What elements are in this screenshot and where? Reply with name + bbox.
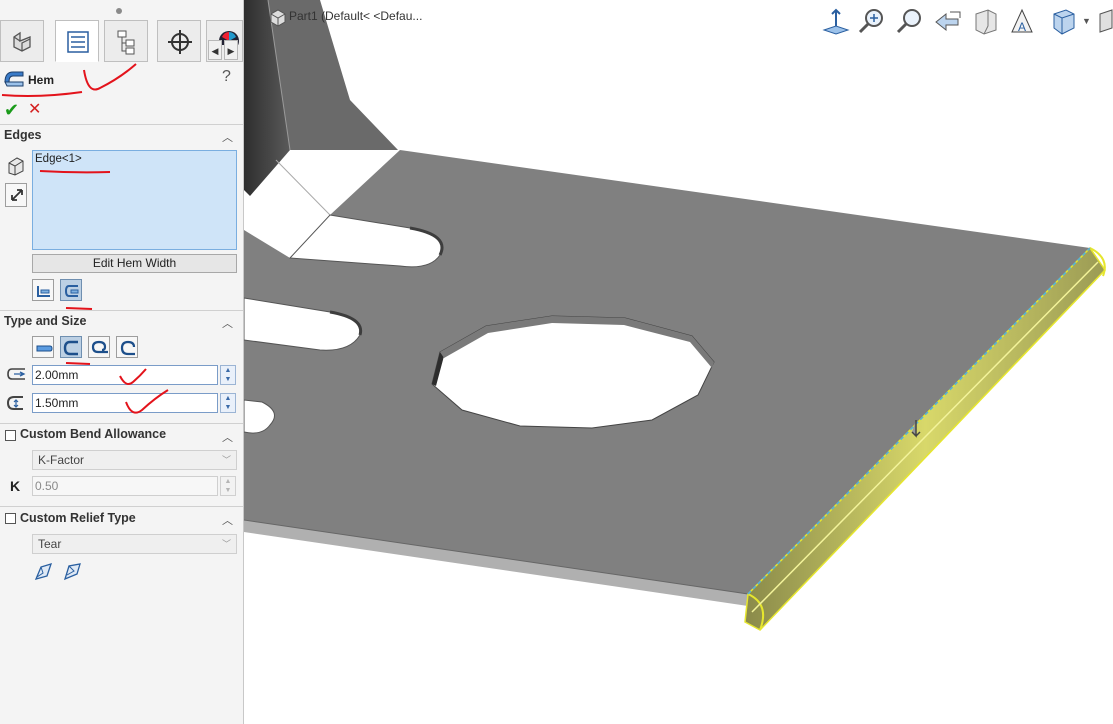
divider (0, 124, 243, 125)
document-breadcrumb[interactable]: Part1 (Default< <Defau... (289, 9, 422, 23)
panel-grip[interactable] (116, 8, 122, 14)
edit-hem-width-button[interactable]: Edit Hem Width (32, 254, 237, 273)
bend-allowance-type-value: K-Factor (38, 453, 85, 467)
view-normal-icon[interactable] (820, 6, 852, 38)
length-icon (7, 368, 26, 380)
zoom-to-area-icon[interactable] (894, 6, 926, 38)
hem-open-icon (63, 340, 78, 356)
zoom-to-fit-icon[interactable] (856, 6, 888, 38)
custom-bend-allowance-label: Custom Bend Allowance (20, 427, 167, 441)
property-manager: ◀ ▶ Hem ? ✔ ✕ Edges ︿ Edge<1> Edit Hem W… (0, 0, 250, 724)
hem-length-input[interactable]: 2.00mm (32, 365, 218, 385)
material-inside-button[interactable] (32, 279, 54, 301)
collapse-edges-icon[interactable]: ︿ (222, 129, 233, 145)
hem-tear-drop-button[interactable] (88, 336, 110, 358)
hem-tear-drop-icon (91, 340, 108, 354)
reverse-direction-icon (11, 189, 23, 201)
tab-property-manager[interactable] (55, 20, 99, 62)
divider (0, 310, 243, 311)
custom-bend-allowance-checkbox[interactable] (5, 430, 16, 441)
hem-rolled-icon (120, 340, 136, 356)
edge-selection-icon (8, 157, 24, 176)
feature-title: Hem (28, 73, 55, 87)
relief-type-value: Tear (38, 537, 62, 551)
edges-section-title: Edges (4, 128, 42, 142)
graphics-area[interactable]: Part1 (Default< <Defau... A ▼ (244, 0, 1113, 724)
divider (0, 506, 243, 507)
hem-length-spinner[interactable]: ▲ ▼ (220, 365, 236, 385)
tab-configuration-manager[interactable] (104, 20, 148, 62)
cancel-button[interactable]: ✕ (28, 100, 41, 120)
tab-scroll-left-button[interactable]: ◀ (208, 40, 222, 60)
collapse-bend-allowance-icon[interactable]: ︿ (222, 429, 233, 445)
bend-outside-button[interactable] (60, 279, 82, 301)
display-style-icon[interactable] (1096, 6, 1113, 38)
hem-closed-icon (36, 345, 53, 352)
gap-distance-icon (6, 396, 23, 410)
material-inside-icon (37, 286, 50, 297)
relief-type-select[interactable]: Tear ﹀ (32, 534, 237, 554)
configuration-manager-icon (117, 30, 135, 55)
dynamic-annotation-icon[interactable]: A (1008, 6, 1040, 38)
tab-feature-manager[interactable] (0, 20, 44, 62)
rip-inside-icon[interactable] (33, 561, 53, 581)
section-view-icon[interactable] (970, 6, 1002, 38)
dimxpert-icon (168, 30, 192, 54)
edge-selection-list[interactable]: Edge<1> (32, 150, 237, 250)
hem-open-button[interactable] (60, 336, 82, 358)
chevron-down-icon[interactable]: ▼ (1082, 16, 1091, 26)
tab-dimxpert[interactable] (157, 20, 201, 62)
previous-view-icon[interactable] (932, 6, 964, 38)
rip-outside-icon[interactable] (62, 561, 82, 581)
part-document-icon (270, 9, 286, 27)
gap-distance-input[interactable]: 1.50mm (32, 393, 218, 413)
k-factor-input[interactable]: 0.50 (32, 476, 218, 496)
custom-relief-type-label: Custom Relief Type (20, 511, 136, 525)
type-size-section-title: Type and Size (4, 314, 87, 328)
reverse-direction-button[interactable] (5, 183, 27, 207)
k-factor-symbol: K (10, 478, 21, 494)
collapse-type-size-icon[interactable]: ︿ (222, 315, 233, 331)
chevron-down-icon: ﹀ (221, 455, 231, 465)
hem-feature-icon (4, 71, 24, 87)
custom-relief-type-checkbox[interactable] (5, 513, 16, 524)
svg-text:A: A (1018, 20, 1026, 34)
property-manager-icon (67, 31, 89, 53)
collapse-relief-icon[interactable]: ︿ (222, 512, 233, 528)
tab-scroll-right-button[interactable]: ▶ (224, 40, 238, 60)
sheet-metal-model[interactable] (244, 0, 1113, 724)
k-factor-spinner[interactable]: ▲ ▼ (220, 476, 236, 496)
view-orientation-icon[interactable] (1046, 6, 1078, 38)
hem-rolled-button[interactable] (116, 336, 138, 358)
divider (0, 423, 243, 424)
gap-distance-spinner[interactable]: ▲ ▼ (220, 393, 236, 413)
chevron-down-icon: ﹀ (221, 539, 231, 549)
ok-button[interactable]: ✔ (4, 100, 19, 120)
bend-allowance-type-select[interactable]: K-Factor ﹀ (32, 450, 237, 470)
bend-outside-icon (64, 285, 79, 297)
feature-manager-icon (13, 31, 31, 52)
hem-closed-button[interactable] (32, 336, 54, 358)
edge-list-item[interactable]: Edge<1> (35, 153, 82, 165)
help-icon[interactable]: ? (222, 68, 231, 86)
